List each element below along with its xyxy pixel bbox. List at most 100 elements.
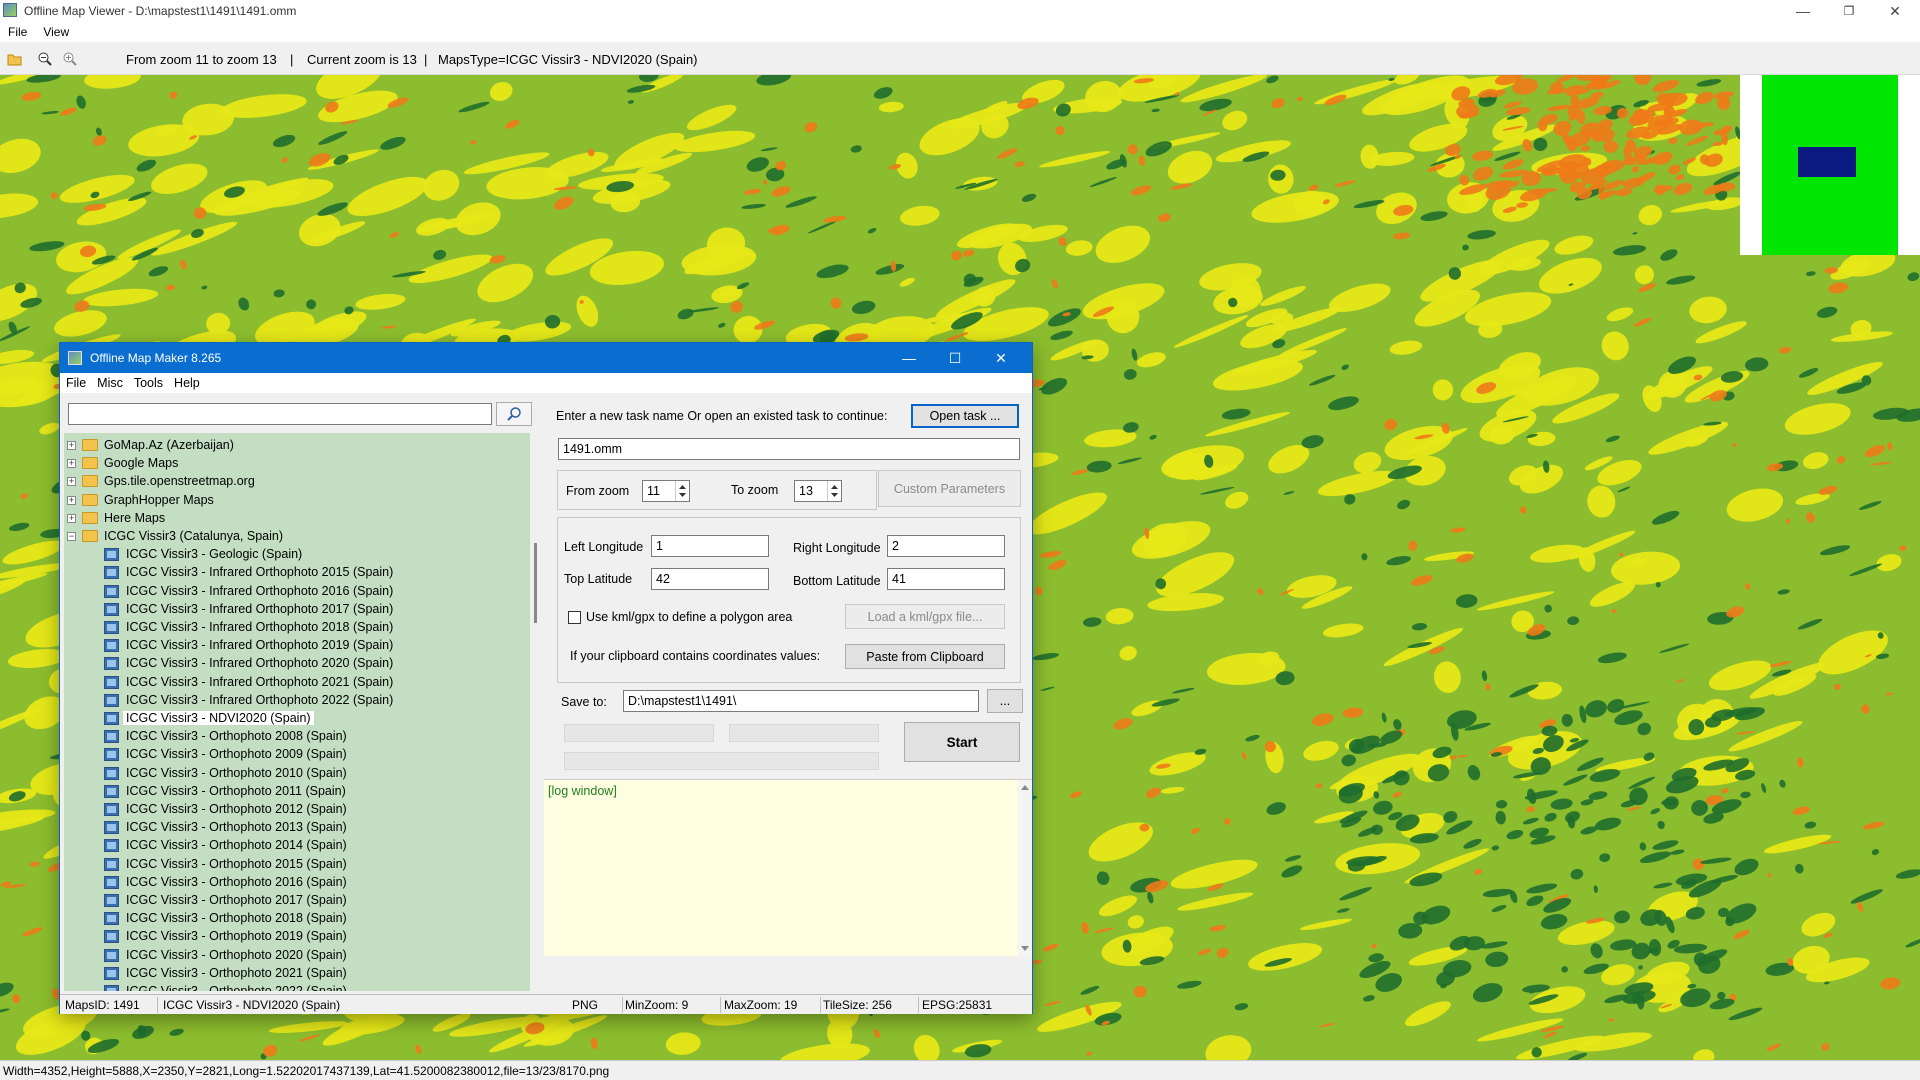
save-to-input[interactable]: D:\mapstest1\1491\ [623, 690, 979, 712]
tree-item-label: ICGC Vissir3 - Orthophoto 2017 (Spain) [126, 893, 347, 907]
folder-icon [82, 493, 98, 506]
tree-map-item[interactable]: ICGC Vissir3 - Orthophoto 2014 (Spain) [64, 837, 530, 855]
tree-map-item[interactable]: ICGC Vissir3 - Orthophoto 2021 (Spain) [64, 965, 530, 983]
tree-item-label: ICGC Vissir3 - Orthophoto 2021 (Spain) [126, 965, 347, 980]
close-button[interactable]: ✕ [1872, 0, 1918, 22]
dialog-menu-file[interactable]: File [60, 373, 91, 390]
tree-map-item[interactable]: ICGC Vissir3 - Orthophoto 2020 (Spain) [64, 947, 530, 965]
start-button[interactable]: Start [904, 722, 1020, 762]
tree-map-item[interactable]: ICGC Vissir3 - Infrared Orthophoto 2022 … [64, 692, 530, 710]
map-layer-icon [104, 748, 119, 762]
paste-from-clipboard-button[interactable]: Paste from Clipboard [845, 644, 1005, 669]
map-type-tree[interactable]: + GoMap.Az (Azerbaijan) + Google Maps + Gps.t… [64, 433, 530, 991]
tree-folder[interactable]: + Here Maps [64, 510, 530, 528]
tree-map-item[interactable]: ICGC Vissir3 - Infrared Orthophoto 2017 … [64, 601, 530, 619]
tree-item-label: ICGC Vissir3 - Infrared Orthophoto 2020 … [126, 656, 394, 671]
dialog-menu-misc[interactable]: Misc [91, 373, 128, 390]
tree-map-item[interactable]: ICGC Vissir3 - Orthophoto 2011 (Spain) [64, 783, 530, 801]
expand-icon[interactable]: + [67, 513, 76, 523]
viewer-status-bar: Width=4352,Height=5888,X=2350,Y=2821,Lon… [0, 1060, 1920, 1080]
menu-view[interactable]: View [35, 22, 77, 42]
bottom-latitude-input[interactable]: 41 [887, 568, 1005, 590]
dialog-minimize-button[interactable]: — [886, 343, 932, 373]
open-task-button[interactable]: Open task ... [911, 404, 1019, 428]
dialog-title: Offline Map Maker 8.265 [90, 351, 222, 365]
log-scrollbar[interactable] [1018, 780, 1032, 957]
tree-folder[interactable]: + GraphHopper Maps [64, 492, 530, 510]
map-layer-icon [104, 766, 119, 780]
status-maps-id: MapsID: 1491 [65, 998, 140, 1012]
dialog-menu-tools[interactable]: Tools [128, 373, 168, 390]
minimize-button[interactable]: — [1780, 0, 1826, 22]
app-icon [3, 3, 17, 17]
kml-checkbox-label[interactable]: Use kml/gpx to define a polygon area [586, 610, 792, 624]
expand-icon[interactable]: + [67, 477, 76, 487]
expand-icon[interactable]: + [67, 495, 76, 505]
tree-map-item[interactable]: ICGC Vissir3 - Infrared Orthophoto 2015 … [64, 564, 530, 582]
zoom-out-icon[interactable] [37, 51, 53, 67]
status-epsg: EPSG:25831 [922, 998, 993, 1012]
map-layer-icon [104, 857, 119, 871]
zoom-in-icon[interactable] [62, 51, 78, 67]
left-longitude-input[interactable]: 1 [651, 535, 769, 557]
top-latitude-input[interactable]: 42 [651, 568, 769, 590]
tree-map-item[interactable]: ICGC Vissir3 - Orthophoto 2009 (Spain) [64, 746, 530, 764]
expand-icon[interactable]: + [67, 459, 76, 469]
tree-folder[interactable]: + GoMap.Az (Azerbaijan) [64, 437, 530, 455]
tree-map-item[interactable]: ICGC Vissir3 - Orthophoto 2016 (Spain) [64, 874, 530, 892]
tree-map-item[interactable]: ICGC Vissir3 - Infrared Orthophoto 2019 … [64, 637, 530, 655]
tree-map-item[interactable]: ICGC Vissir3 - Orthophoto 2012 (Spain) [64, 801, 530, 819]
tree-map-item[interactable]: ICGC Vissir3 - NDVI2020 (Spain) [64, 710, 530, 728]
to-zoom-spinner[interactable] [827, 481, 841, 501]
tree-map-item[interactable]: ICGC Vissir3 - Infrared Orthophoto 2016 … [64, 583, 530, 601]
tree-map-item[interactable]: ICGC Vissir3 - Orthophoto 2019 (Spain) [64, 928, 530, 946]
dialog-close-button[interactable]: ✕ [978, 343, 1024, 373]
tree-map-item[interactable]: ICGC Vissir3 - Infrared Orthophoto 2020 … [64, 655, 530, 673]
load-kml-button[interactable]: Load a kml/gpx file... [845, 604, 1005, 629]
browse-button[interactable]: ... [987, 689, 1023, 713]
dialog-app-icon [68, 351, 82, 365]
status-max-zoom: MaxZoom: 19 [724, 998, 798, 1012]
map-layer-icon [104, 803, 119, 816]
open-folder-icon[interactable] [7, 51, 23, 67]
tree-map-item[interactable]: ICGC Vissir3 - Orthophoto 2010 (Spain) [64, 765, 530, 783]
log-window[interactable]: [log window] [544, 779, 1032, 957]
tree-folder[interactable]: − ICGC Vissir3 (Catalunya, Spain) [64, 528, 530, 546]
tree-item-label: ICGC Vissir3 - Orthophoto 2010 (Spain) [126, 765, 347, 780]
map-layer-icon [104, 712, 119, 725]
task-prompt-label: Enter a new task name Or open an existed… [556, 409, 888, 423]
tree-map-item[interactable]: ICGC Vissir3 - Orthophoto 2017 (Spain) [64, 892, 530, 910]
search-button[interactable] [496, 402, 532, 426]
tree-scrollbar[interactable] [531, 433, 540, 991]
search-input[interactable] [68, 403, 492, 425]
tree-map-item[interactable]: ICGC Vissir3 - Orthophoto 2008 (Spain) [64, 728, 530, 746]
viewer-menubar: File View [0, 22, 1920, 42]
maximize-button[interactable]: ❐ [1826, 0, 1872, 22]
custom-parameters-button[interactable]: Custom Parameters [878, 470, 1021, 507]
map-layer-icon [104, 821, 119, 835]
right-longitude-input[interactable]: 2 [887, 535, 1005, 557]
tree-folder[interactable]: + Gps.tile.openstreetmap.org [64, 473, 530, 491]
tree-folder[interactable]: + Google Maps [64, 455, 530, 473]
tree-item-label: ICGC Vissir3 - Orthophoto 2019 (Spain) [126, 929, 347, 944]
tree-map-item[interactable]: ICGC Vissir3 - Orthophoto 2018 (Spain) [64, 910, 530, 928]
window-title: Offline Map Viewer - D:\mapstest1\1491\1… [24, 4, 297, 18]
tree-map-item[interactable]: ICGC Vissir3 - Infrared Orthophoto 2018 … [64, 619, 530, 637]
tree-item-label: ICGC Vissir3 - Orthophoto 2020 (Spain) [126, 947, 347, 962]
menu-file[interactable]: File [0, 22, 35, 42]
expand-icon[interactable]: + [67, 441, 76, 450]
task-name-input[interactable]: 1491.omm [558, 438, 1020, 460]
kml-checkbox[interactable] [568, 611, 581, 624]
tree-map-item[interactable]: ICGC Vissir3 - Orthophoto 2013 (Spain) [64, 819, 530, 837]
overview-minimap[interactable] [1740, 75, 1920, 255]
collapse-icon[interactable]: − [67, 532, 76, 541]
dialog-menu-help[interactable]: Help [168, 373, 205, 390]
minimap-viewport[interactable] [1798, 147, 1856, 177]
tree-scrollbar-thumb[interactable] [534, 543, 537, 623]
from-zoom-spinner[interactable] [675, 481, 689, 501]
tree-map-item[interactable]: ICGC Vissir3 - Infrared Orthophoto 2021 … [64, 674, 530, 692]
tree-map-item[interactable]: ICGC Vissir3 - Geologic (Spain) [64, 546, 530, 564]
tree-map-item[interactable]: ICGC Vissir3 - Orthophoto 2022 (Spain) [64, 983, 530, 991]
tree-map-item[interactable]: ICGC Vissir3 - Orthophoto 2015 (Spain) [64, 856, 530, 874]
dialog-maximize-button[interactable]: ☐ [932, 343, 978, 373]
